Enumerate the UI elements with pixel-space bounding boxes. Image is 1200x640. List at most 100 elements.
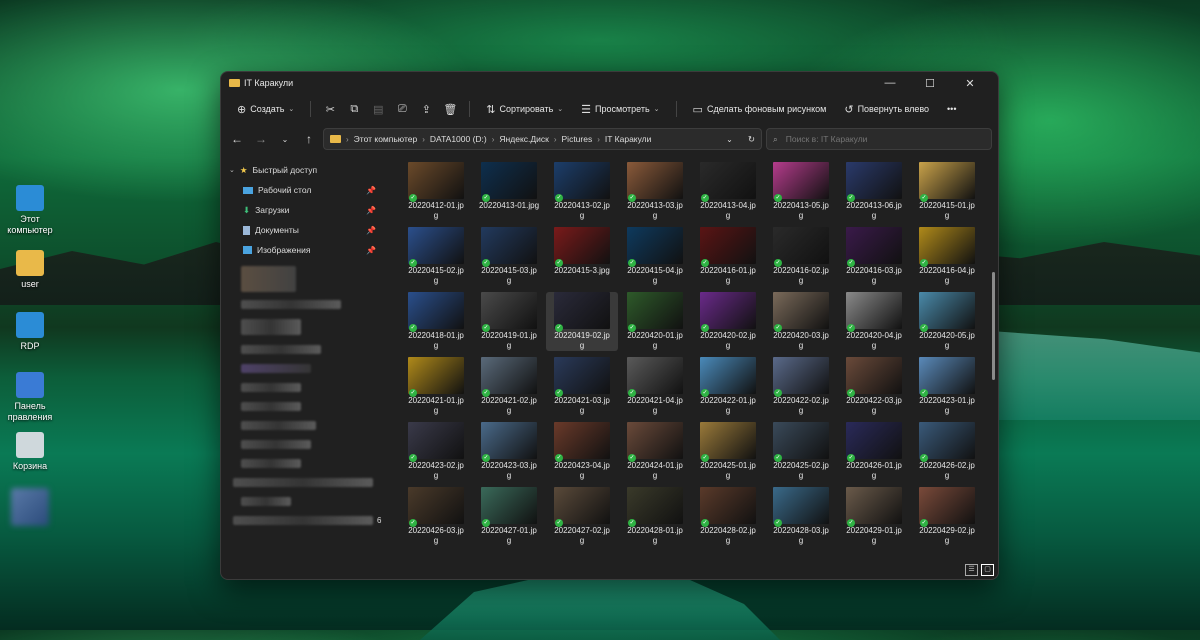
file-tile[interactable]: ✓ 20220420-04.jp g <box>838 292 910 351</box>
large-icons-view-icon[interactable]: ▢ <box>981 564 994 576</box>
file-tile[interactable]: ✓ 20220418-01.jp g <box>400 292 472 351</box>
breadcrumb-yandex-disk[interactable]: Яндекс.Диск <box>499 134 548 144</box>
file-tile[interactable]: ✓ 20220425-01.jp g <box>692 422 764 481</box>
sort-button[interactable]: ⇅ Сортировать ⌄ <box>478 100 571 119</box>
file-tile[interactable]: ✓ 20220426-01.jp g <box>838 422 910 481</box>
search-input[interactable] <box>783 133 968 145</box>
file-tile[interactable]: ✓ 20220413-05.jp g <box>765 162 837 221</box>
breadcrumb-pictures[interactable]: Pictures <box>562 134 593 144</box>
paste-icon[interactable]: ▤ <box>367 103 389 116</box>
sync-check-icon: ✓ <box>482 259 490 267</box>
up-arrow-icon[interactable]: ↑ <box>299 132 319 146</box>
file-tile[interactable]: ✓ 20220416-03.jp g <box>838 227 910 286</box>
file-tile[interactable]: ✓ 20220421-01.jp g <box>400 357 472 416</box>
file-tile[interactable]: ✓ 20220427-01.jp g <box>473 487 545 546</box>
sidebar-item-desktop[interactable]: Рабочий стол 📌 <box>221 180 386 200</box>
refresh-icon[interactable]: ↻ <box>748 134 755 145</box>
file-tile[interactable]: ✓ 20220416-04.jp g <box>911 227 983 286</box>
file-tile[interactable]: ✓ 20220412-01.jp g <box>400 162 472 221</box>
more-button[interactable]: ••• <box>939 101 964 117</box>
sidebar-item-documents[interactable]: Документы 📌 <box>221 220 386 240</box>
file-tile[interactable]: ✓ 20220419-02.jp g <box>546 292 618 351</box>
desktop-icon-user[interactable]: user <box>0 250 60 290</box>
file-tile[interactable]: ✓ 20220422-03.jp g <box>838 357 910 416</box>
pin-icon[interactable]: 📌 <box>366 246 376 255</box>
rename-icon[interactable]: ⎚ <box>391 103 413 116</box>
file-tile[interactable]: ✓ 20220428-01.jp g <box>619 487 691 546</box>
file-name: 20220429-01.jp g <box>846 526 902 545</box>
file-tile[interactable]: ✓ 20220421-02.jp g <box>473 357 545 416</box>
file-tile[interactable]: ✓ 20220416-02.jp g <box>765 227 837 286</box>
file-tile[interactable]: ✓ 20220413-04.jp g <box>692 162 764 221</box>
file-tile[interactable]: ✓ 20220419-01.jp g <box>473 292 545 351</box>
sidebar-item-downloads[interactable]: ⬇ Загрузки 📌 <box>221 200 386 220</box>
cut-icon[interactable]: ✂ <box>319 103 341 116</box>
file-tile[interactable]: ✓ 20220415-01.jp g <box>911 162 983 221</box>
copy-icon[interactable]: ⧉ <box>343 103 365 116</box>
file-tile[interactable]: ✓ 20220420-02.jp g <box>692 292 764 351</box>
maximize-button[interactable]: ☐ <box>910 77 950 90</box>
desktop-icon-control-panel[interactable]: Панель правления <box>0 372 60 423</box>
file-tile[interactable]: ✓ 20220413-02.jp g <box>546 162 618 221</box>
file-tile[interactable]: ✓ 20220415-3.jpg <box>546 227 618 286</box>
pin-icon[interactable]: 📌 <box>366 226 376 235</box>
file-tile[interactable]: ✓ 20220423-02.jp g <box>400 422 472 481</box>
file-tile[interactable]: ✓ 20220422-01.jp g <box>692 357 764 416</box>
file-tile[interactable]: ✓ 20220423-03.jp g <box>473 422 545 481</box>
file-tile[interactable]: ✓ 20220420-01.jp g <box>619 292 691 351</box>
file-tile[interactable]: ✓ 20220428-02.jp g <box>692 487 764 546</box>
file-tile[interactable]: ✓ 20220421-04.jp g <box>619 357 691 416</box>
close-button[interactable]: ✕ <box>950 77 990 90</box>
file-tile[interactable]: ✓ 20220415-03.jp g <box>473 227 545 286</box>
file-tile[interactable]: ✓ 20220420-05.jp g <box>911 292 983 351</box>
back-arrow-icon[interactable]: ← <box>227 132 247 146</box>
desktop-icon-rdp[interactable]: RDP <box>0 312 60 352</box>
file-tile[interactable]: ✓ 20220424-01.jp g <box>619 422 691 481</box>
breadcrumb-this-pc[interactable]: Этот компьютер <box>354 134 418 144</box>
file-tile[interactable]: ✓ 20220420-03.jp g <box>765 292 837 351</box>
file-tile[interactable]: ✓ 20220423-01.jp g <box>911 357 983 416</box>
delete-icon[interactable]: 🗑 <box>439 103 461 116</box>
vertical-scrollbar[interactable] <box>992 272 995 380</box>
file-tile[interactable]: ✓ 20220415-02.jp g <box>400 227 472 286</box>
pin-icon[interactable]: 📌 <box>366 206 376 215</box>
desktop-icon-blurred[interactable] <box>0 488 60 529</box>
details-view-icon[interactable]: ☰ <box>965 564 978 576</box>
file-tile[interactable]: ✓ 20220413-03.jp g <box>619 162 691 221</box>
rotate-left-button[interactable]: ↺ Повернуть влево <box>836 100 937 119</box>
set-wallpaper-button[interactable]: ▭ Сделать фоновым рисунком <box>685 100 835 119</box>
desktop-icon-recycle-bin[interactable]: Корзина <box>0 432 60 472</box>
file-tile[interactable]: ✓ 20220429-01.jp g <box>838 487 910 546</box>
breadcrumb-it-karakuli[interactable]: IT Каракули <box>605 134 651 144</box>
file-tile[interactable]: ✓ 20220422-02.jp g <box>765 357 837 416</box>
share-icon[interactable]: ⇪ <box>415 103 437 116</box>
file-tile[interactable]: ✓ 20220427-02.jp g <box>546 487 618 546</box>
file-tile[interactable]: ✓ 20220426-02.jp g <box>911 422 983 481</box>
file-tile[interactable]: ✓ 20220428-03.jp g <box>765 487 837 546</box>
file-tile[interactable]: ✓ 20220421-03.jp g <box>546 357 618 416</box>
file-tile[interactable]: ✓ 20220415-04.jp g <box>619 227 691 286</box>
search-box[interactable]: ⌕ <box>766 128 992 150</box>
file-tile[interactable]: ✓ 20220429-02.jp g <box>911 487 983 546</box>
sidebar-item-pictures[interactable]: Изображения 📌 <box>221 240 386 260</box>
chevron-down-icon[interactable]: ⌄ <box>726 135 733 144</box>
file-tile[interactable]: ✓ 20220413-06.jp g <box>838 162 910 221</box>
pin-icon[interactable]: 📌 <box>366 186 376 195</box>
file-tile[interactable]: ✓ 20220426-03.jp g <box>400 487 472 546</box>
file-tile[interactable]: ✓ 20220423-04.jp g <box>546 422 618 481</box>
create-button[interactable]: ⊕ Создать ⌄ <box>229 100 302 119</box>
recent-chevron-icon[interactable]: ⌄ <box>275 135 295 144</box>
file-tile[interactable]: ✓ 20220425-02.jp g <box>765 422 837 481</box>
forward-arrow-icon[interactable]: → <box>251 132 271 146</box>
desktop-icon-this-pc[interactable]: Этот компьютер <box>0 185 60 236</box>
minimize-button[interactable]: — <box>870 77 910 89</box>
file-tile[interactable]: ✓ 20220413-01.jpg <box>473 162 545 221</box>
wallpaper-icon: ▭ <box>692 103 703 116</box>
sidebar-quick-access[interactable]: ⌄ ★ Быстрый доступ <box>221 160 386 180</box>
breadcrumb-data1000[interactable]: DATA1000 (D:) <box>430 134 487 144</box>
file-tile[interactable]: ✓ 20220416-01.jp g <box>692 227 764 286</box>
view-button[interactable]: ☰ Просмотреть ⌄ <box>573 100 667 119</box>
sync-check-icon: ✓ <box>628 324 636 332</box>
address-bar[interactable]: › Этот компьютер › DATA1000 (D:) › Яндек… <box>323 128 762 150</box>
file-name: 20220413-03.jp g <box>627 201 683 220</box>
